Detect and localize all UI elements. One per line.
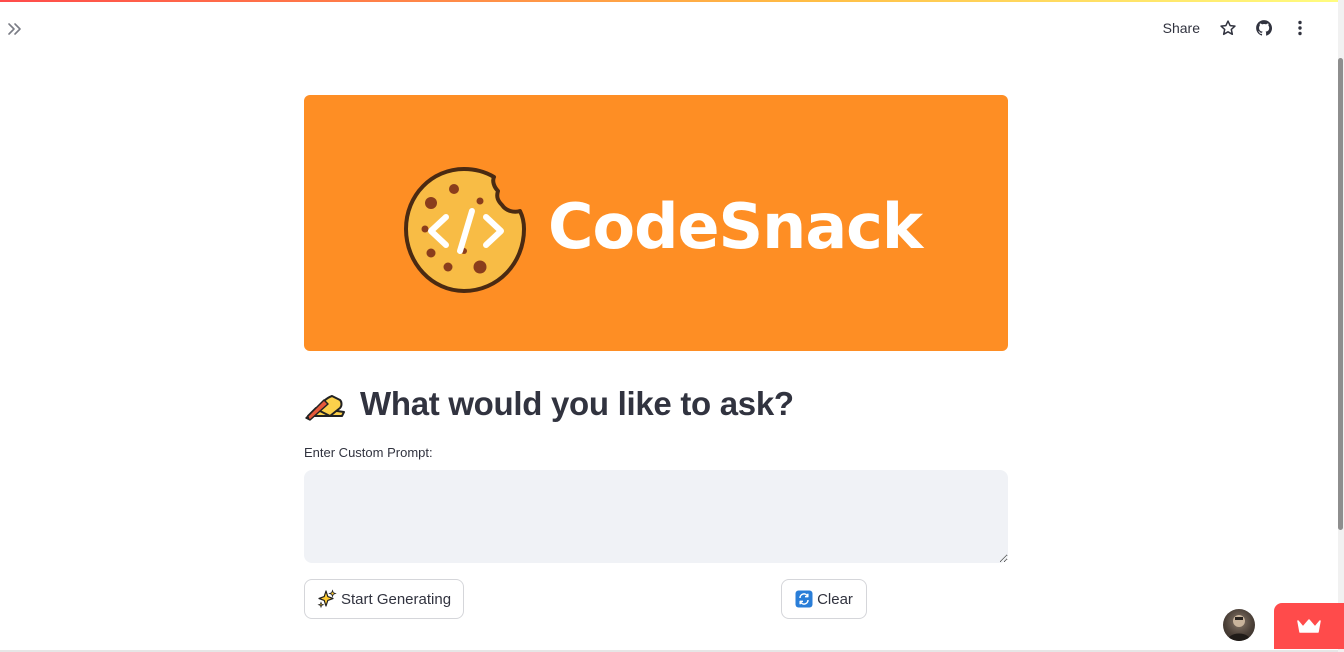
scrollbar-thumb[interactable] <box>1338 58 1343 530</box>
user-photo-icon <box>1227 615 1251 641</box>
chevrons-right-icon <box>8 23 21 35</box>
heading-text: What would you like to ask? <box>360 385 794 422</box>
page-scrollbar[interactable] <box>1338 0 1344 652</box>
clear-button[interactable]: Clear <box>781 579 867 619</box>
main-menu-button[interactable] <box>1282 15 1318 41</box>
sparkles-icon <box>317 589 337 609</box>
custom-prompt-input[interactable] <box>304 470 1008 563</box>
brand-name: CodeSnack <box>548 190 923 263</box>
start-generating-label: Start Generating <box>340 590 452 608</box>
page-heading: What would you like to ask? <box>304 382 794 426</box>
app-toolbar: Share <box>1153 15 1318 41</box>
clear-label: Clear <box>817 590 853 608</box>
star-icon <box>1220 20 1236 36</box>
expand-sidebar-button[interactable] <box>5 19 25 39</box>
avatar[interactable] <box>1223 609 1255 641</box>
more-vertical-icon <box>1298 20 1302 36</box>
brand-banner: CodeSnack <box>304 95 1008 351</box>
prompt-label: Enter Custom Prompt: <box>304 445 433 460</box>
github-icon <box>1256 20 1273 36</box>
main-content: CodeSnack What would you like to ask? En… <box>304 95 1008 619</box>
share-button[interactable]: Share <box>1153 15 1210 41</box>
favorite-button[interactable] <box>1210 15 1246 41</box>
app-header: Share <box>0 2 1338 54</box>
app-root: Share CodeSnack What would you like to a… <box>0 0 1344 652</box>
cookie-code-icon <box>404 167 526 293</box>
github-button[interactable] <box>1246 15 1282 41</box>
crown-icon <box>1297 619 1321 633</box>
hosted-badge[interactable] <box>1274 603 1344 649</box>
start-generating-button[interactable]: Start Generating <box>304 579 464 619</box>
writing-hand-icon <box>305 395 345 421</box>
refresh-icon <box>795 590 813 608</box>
